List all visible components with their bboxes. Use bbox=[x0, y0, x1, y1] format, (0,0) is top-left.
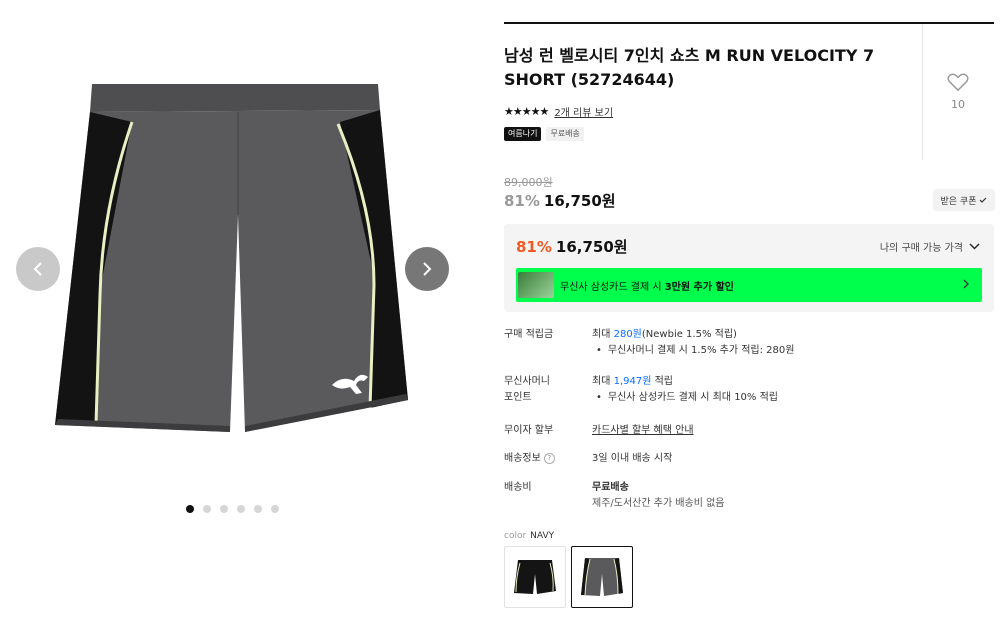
like-count: 10 bbox=[951, 98, 965, 111]
chevron-down-icon bbox=[969, 243, 980, 250]
chevron-right-icon bbox=[963, 279, 969, 289]
gallery-dot[interactable] bbox=[203, 505, 211, 513]
my-price: 16,750원 bbox=[555, 238, 628, 256]
color-label-row: color NAVY bbox=[504, 531, 554, 541]
coupon-button-label: 받은 쿠폰 bbox=[940, 196, 977, 207]
product-gallery bbox=[0, 0, 470, 618]
divider bbox=[504, 22, 994, 24]
shipping-fee-label: 배송비 bbox=[504, 482, 532, 493]
original-price: 89,000원 bbox=[504, 176, 553, 189]
promo-text: 무신사 삼성카드 결제 시 3만원 추가 할인 bbox=[560, 281, 734, 293]
product-info: 남성 런 벨로시티 7인치 쇼츠 M RUN VELOCITY 7 SHORT … bbox=[504, 0, 1000, 618]
coupon-button[interactable]: 받은 쿠폰 bbox=[933, 189, 995, 211]
heart-icon bbox=[947, 73, 969, 92]
points-value: 최대 280원(Newbie 1.5% 적립) 무신사머니 결제 시 1.5% … bbox=[592, 327, 992, 359]
shipping-info-label: 배송정보? bbox=[504, 451, 584, 467]
color-swatch-selected[interactable] bbox=[571, 546, 633, 608]
divider bbox=[922, 24, 923, 160]
gallery-dot[interactable] bbox=[220, 505, 228, 513]
money-points-value: 최대 1,947원 적립 무신사 삼성카드 결제 시 최대 10% 적립 bbox=[592, 374, 992, 406]
card-promo-banner[interactable]: 무신사 삼성카드 결제 시 3만원 추가 할인 bbox=[516, 268, 982, 302]
gallery-dot[interactable] bbox=[271, 505, 279, 513]
my-price-label: 나의 구매 가능 가격 bbox=[879, 243, 963, 254]
sale-price: 16,750원 bbox=[543, 192, 616, 210]
installment-link[interactable]: 카드사별 할부 혜택 안내 bbox=[592, 423, 992, 439]
color-swatch[interactable] bbox=[504, 546, 566, 608]
check-icon bbox=[980, 197, 987, 203]
my-price-toggle[interactable]: 나의 구매 가능 가격 bbox=[880, 239, 980, 254]
color-label: color bbox=[504, 531, 527, 541]
gallery-dot[interactable] bbox=[237, 505, 245, 513]
product-title: 남성 런 벨로시티 7인치 쇼츠 M RUN VELOCITY 7 SHORT … bbox=[504, 46, 875, 89]
color-value: NAVY bbox=[530, 531, 555, 541]
badge-summer: 여름나기 bbox=[504, 127, 542, 141]
rating: ★★★★★ 2개 리뷰 보기 bbox=[504, 104, 613, 119]
my-price-box: 81% 16,750원 나의 구매 가능 가격 무신사 삼성카드 결제 시 3만… bbox=[504, 224, 994, 312]
like-button[interactable]: 10 bbox=[940, 72, 976, 111]
product-image bbox=[55, 84, 408, 432]
badge-free-shipping: 무료배송 bbox=[546, 127, 584, 141]
chevron-right-icon bbox=[423, 262, 432, 276]
swatch-image bbox=[581, 558, 623, 596]
swatch-image bbox=[514, 560, 556, 594]
money-points-bullet: 무신사 삼성카드 결제 시 최대 10% 적립 bbox=[592, 390, 992, 406]
price-row: 81% 16,750원 bbox=[504, 190, 616, 211]
help-icon[interactable]: ? bbox=[543, 452, 555, 464]
card-image bbox=[518, 272, 554, 298]
points-bullet: 무신사머니 결제 시 1.5% 추가 적립: 280원 bbox=[592, 343, 992, 359]
money-points-label: 무신사머니 포인트 bbox=[504, 376, 550, 403]
my-discount-rate: 81% bbox=[516, 238, 552, 256]
my-price-row: 81% 16,750원 bbox=[516, 236, 628, 257]
shipping-fee-value: 무료배송 제주/도서산간 추가 배송비 없음 bbox=[592, 482, 725, 509]
prev-image-button[interactable] bbox=[16, 247, 60, 291]
discount-rate: 81% bbox=[504, 192, 540, 210]
gallery-dots bbox=[186, 505, 279, 513]
chevron-left-icon bbox=[33, 262, 42, 276]
star-rating: ★★★★★ bbox=[504, 105, 549, 118]
gallery-dot[interactable] bbox=[254, 505, 262, 513]
badges: 여름나기 무료배송 bbox=[504, 127, 584, 141]
next-image-button[interactable] bbox=[405, 247, 449, 291]
gallery-dot[interactable] bbox=[186, 505, 194, 513]
installment-label: 무이자 할부 bbox=[504, 425, 554, 436]
shipping-info-value: 3일 이내 배송 시작 bbox=[592, 453, 673, 464]
review-link[interactable]: 2개 리뷰 보기 bbox=[554, 104, 613, 119]
points-label: 구매 적립금 bbox=[504, 329, 554, 340]
